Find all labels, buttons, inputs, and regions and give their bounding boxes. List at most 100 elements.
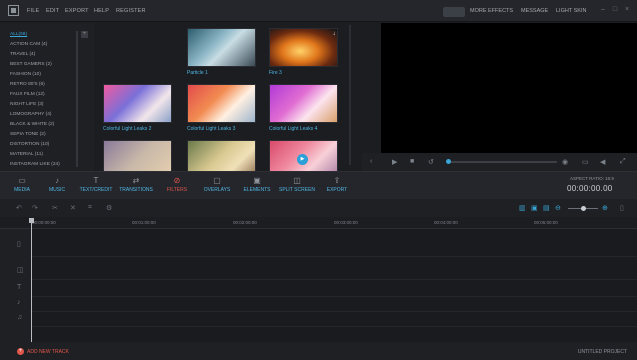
category-item[interactable]: MATERIAL (11) — [10, 152, 43, 157]
audio-mixer-icon[interactable]: ▥ — [519, 204, 526, 212]
expand-icon[interactable]: ⤢ — [620, 158, 626, 166]
elements-button[interactable]: ▣ ELEMENTS — [237, 176, 277, 193]
main-toolbar: ▭ MEDIA ♪ MUSIC T TEXT/CREDIT ⇄ TRANSITIONS … — [0, 171, 637, 199]
timeline-ruler[interactable]: 00:00:00:00 00:01:00:00 00:02:00:00 00:0… — [0, 217, 637, 229]
fullscreen-icon[interactable]: ▭ — [582, 158, 589, 166]
crop-icon[interactable]: ⌗ — [88, 204, 92, 212]
category-item[interactable]: RETRO 80'S (6) — [10, 82, 45, 87]
split-screen-button[interactable]: ◫ SPLIT SCREEN — [277, 176, 317, 193]
playback-progress[interactable] — [447, 161, 557, 163]
menu-register[interactable]: REGISTER — [116, 8, 146, 14]
volume-icon[interactable]: ◀ — [600, 158, 605, 166]
message-tab[interactable]: MESSAGE — [521, 8, 548, 14]
light-skin-tab[interactable]: LIGHT SKIN — [556, 8, 586, 14]
category-item[interactable]: ACTION CAM (4) — [10, 42, 47, 47]
ruler-tick: 00:04:00:00 — [434, 220, 458, 225]
filters-button[interactable]: ⊘ FILTERS — [157, 176, 197, 193]
fit-icon[interactable]: ▯ — [620, 204, 624, 212]
effects-scrollbar[interactable] — [349, 25, 351, 165]
close-icon[interactable]: × — [623, 6, 631, 14]
redo-icon[interactable]: ↷ — [32, 204, 38, 212]
category-all[interactable]: ALL(58) — [10, 32, 27, 37]
category-item[interactable]: INSTAGRAM LIKE (24) — [10, 162, 60, 167]
more-effects-tab[interactable]: MORE EFFECTS — [470, 8, 513, 14]
project-name: UNTITLED PROJECT — [577, 349, 627, 355]
marker-icon[interactable]: ▤ — [543, 204, 550, 212]
active-top-tab[interactable] — [443, 7, 465, 17]
zoom-in-icon[interactable]: ⊕ — [602, 204, 608, 212]
playhead[interactable] — [31, 220, 32, 342]
effect-thumb-light-leaks-2[interactable] — [103, 84, 172, 123]
add-icon[interactable]: + — [17, 348, 24, 355]
step-back-icon[interactable]: ‹ — [370, 158, 372, 165]
text-icon: T — [93, 176, 99, 185]
bottom-bar: + ADD NEW TRACK UNTITLED PROJECT — [0, 342, 637, 360]
menu-edit[interactable]: EDIT — [46, 8, 59, 14]
menu-help[interactable]: HELP — [94, 8, 109, 14]
loop-icon[interactable]: ↺ — [428, 158, 434, 166]
export-button[interactable]: ⇪ EXPORT — [317, 176, 357, 193]
category-item[interactable]: BLACK & WHITE (2) — [10, 122, 54, 127]
ruler-tick: 00:02:00:00 — [233, 220, 257, 225]
effect-thumb-particle[interactable] — [187, 28, 256, 67]
track-divider — [30, 279, 637, 280]
undo-icon[interactable]: ↶ — [16, 204, 22, 212]
menu-file[interactable]: FILE — [27, 8, 39, 14]
media-button[interactable]: ▭ MEDIA — [2, 176, 42, 193]
menu-export[interactable]: EXPORT — [65, 8, 89, 14]
category-item[interactable]: LOMOGRAPHY (4) — [10, 112, 52, 117]
split-screen-icon: ◫ — [293, 176, 301, 185]
zoom-knob[interactable] — [581, 206, 586, 211]
track-divider — [30, 296, 637, 297]
category-item[interactable]: NIGHT LIFE (3) — [10, 102, 44, 107]
music-track-icon: ♪ — [17, 299, 21, 306]
category-item[interactable]: SEPIA TONE (2) — [10, 132, 46, 137]
preview-viewer[interactable] — [381, 23, 637, 153]
minimize-icon[interactable]: – — [599, 6, 607, 14]
effect-thumb-light-leaks-4[interactable] — [269, 84, 338, 123]
transitions-icon: ⇄ — [132, 176, 140, 185]
category-item[interactable]: FASHION (10) — [10, 72, 41, 77]
folder-icon: ▭ — [18, 176, 26, 185]
category-item[interactable]: FAUX FILM (12) — [10, 92, 45, 97]
menu-bar: FILE EDIT EXPORT HELP REGISTER MORE EFFE… — [0, 0, 637, 22]
delete-icon[interactable]: ✕ — [70, 204, 76, 212]
overlays-icon: ▢ — [213, 176, 221, 185]
aspect-ratio: ASPECT RATIO: 16:9 — [570, 176, 614, 181]
ruler-tick: 00:05:00:00 — [534, 220, 558, 225]
preview-controls: ‹ ▶ ■ ↺ ◉ ▭ ◀ ⤢ — [362, 153, 637, 171]
video-track-icon: ▯ — [17, 241, 21, 248]
stop-icon[interactable]: ■ — [410, 158, 414, 165]
category-item[interactable]: TRAVEL (4) — [10, 52, 35, 57]
music-button[interactable]: ♪ MUSIC — [37, 176, 77, 193]
add-new-track-button[interactable]: ADD NEW TRACK — [27, 349, 69, 355]
maximize-icon[interactable]: □ — [611, 6, 619, 14]
play-icon[interactable]: ▶ — [392, 158, 397, 166]
playback-knob[interactable] — [446, 159, 451, 164]
export-icon: ⇪ — [333, 176, 341, 185]
effect-thumb-fire[interactable] — [269, 28, 338, 67]
category-scrollbar[interactable] — [76, 31, 78, 167]
effect-thumb[interactable] — [103, 140, 172, 171]
zoom-out-icon[interactable]: ⊖ — [555, 204, 561, 212]
category-item[interactable]: BEST GAMERS (2) — [10, 62, 52, 67]
effect-thumb-light-leaks-3[interactable] — [187, 84, 256, 123]
category-item[interactable]: DISTORTION (10) — [10, 142, 49, 147]
play-preview-icon[interactable]: ▶ — [297, 154, 308, 165]
cut-icon[interactable]: ✂ — [52, 204, 58, 212]
transitions-button[interactable]: ⇄ TRANSITIONS — [116, 176, 156, 193]
download-icon[interactable]: ↓ — [330, 30, 338, 38]
ruler-tick: 00:03:00:00 — [334, 220, 358, 225]
settings-icon[interactable]: ⚙ — [106, 204, 112, 212]
app-logo-icon — [8, 5, 19, 16]
timeline-toolbar: ↶ ↷ ✂ ✕ ⌗ ⚙ ▥ ▣ ▤ ⊖ ⊕ ▯ — [0, 199, 637, 217]
effect-label: Colorful Light Leaks 4 — [269, 126, 318, 132]
screen-icon[interactable]: ▣ — [531, 204, 538, 212]
text-credit-button[interactable]: T TEXT/CREDIT — [76, 176, 116, 193]
sidebar-collapse-icon[interactable]: + — [81, 31, 88, 38]
snapshot-icon[interactable]: ◉ — [562, 158, 568, 166]
ruler-tick: 00:00:00:00 — [32, 220, 56, 225]
effect-thumb[interactable] — [187, 140, 256, 171]
overlays-button[interactable]: ▢ OVERLAYS — [197, 176, 237, 193]
ruler-tick: 00:01:00:00 — [132, 220, 156, 225]
